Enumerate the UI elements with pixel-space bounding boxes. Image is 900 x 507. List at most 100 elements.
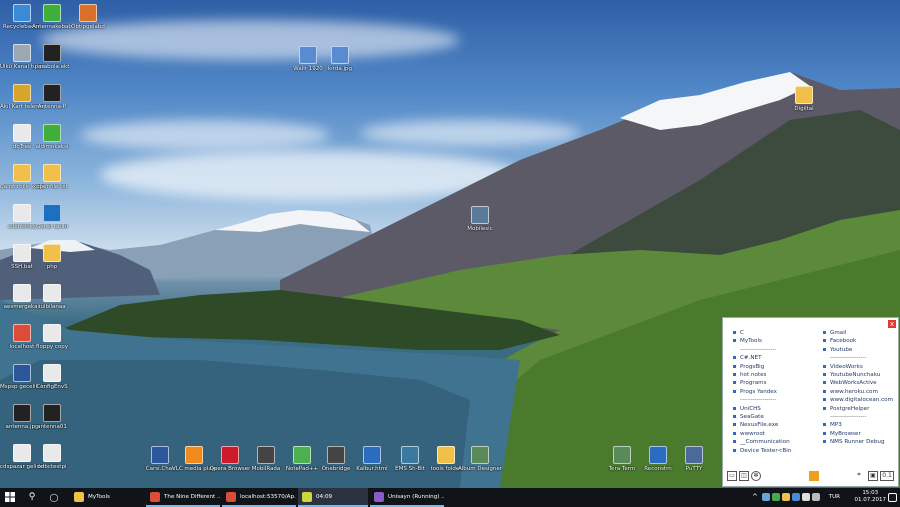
taskbar-button[interactable]: localhost:53570/Ap...	[222, 488, 296, 507]
file-icon	[795, 86, 813, 104]
launcher-item[interactable]: www.heroku.com	[823, 388, 893, 396]
desktop-icon-label: PuTTY	[685, 466, 703, 472]
tray-up-icon[interactable]: ^	[752, 493, 760, 501]
launcher-item[interactable]: Facebook	[823, 337, 893, 345]
file-icon	[221, 446, 239, 464]
taskbar-button-label: MyTools	[88, 494, 110, 500]
app-icon	[226, 491, 236, 502]
desktop-icon[interactable]: antenna01	[30, 404, 74, 444]
taskbar-button-label: localhost:53570/Ap...	[240, 494, 296, 500]
crop-icon[interactable]: ⌗	[854, 471, 864, 481]
desktop-icon[interactable]: Mobilesic	[458, 206, 502, 246]
launcher-item[interactable]: C#.NET	[733, 354, 791, 362]
search-button[interactable]: ⚲	[22, 488, 42, 507]
desktop-icon[interactable]: odbctestpi	[30, 444, 74, 484]
desktop-icon[interactable]: Digiital	[782, 86, 826, 126]
launcher-item[interactable]: MyTools	[733, 337, 791, 345]
launcher-item[interactable]: MP3	[823, 421, 893, 429]
taskbar-button[interactable]: Unisayn (Running) ...	[370, 488, 444, 507]
notification-icon[interactable]	[888, 493, 897, 502]
launcher-item[interactable]: NexusFile.exe	[733, 421, 791, 429]
disk-icon[interactable]: ◫	[739, 471, 749, 481]
launcher-item[interactable]: YoutubeNunchaku	[823, 371, 893, 379]
tray-app-icon[interactable]	[792, 493, 800, 501]
tray-star-icon[interactable]	[782, 493, 790, 501]
launcher-item[interactable]: PostgreHelper	[823, 405, 893, 413]
launcher-item[interactable]: __Communication	[733, 438, 791, 446]
desktop-icon[interactable]: Genel tarihi	[30, 204, 74, 244]
counter-badge[interactable]: 0.1	[880, 471, 894, 481]
launcher-item[interactable]: Programs	[733, 379, 791, 387]
language-indicator[interactable]: TUR	[829, 488, 840, 507]
launcher-item[interactable]: C	[733, 329, 791, 337]
folder-icon[interactable]: ▭	[727, 471, 737, 481]
launcher-item[interactable]: Youtube	[823, 346, 893, 354]
tray-speaker-icon[interactable]	[802, 493, 810, 501]
file-icon	[293, 446, 311, 464]
file-icon	[613, 446, 631, 464]
start-button[interactable]	[0, 488, 20, 507]
desktop-icon[interactable]: tulbilanaa	[30, 284, 74, 324]
taskbar-button[interactable]: The Nine Different ...	[146, 488, 220, 507]
desktop-icon[interactable]: ConfigEnvS	[30, 364, 74, 404]
desktop-icon-label: Genel tarihi	[35, 224, 69, 230]
app-icon	[302, 491, 312, 502]
clock[interactable]: 15:03 01.07.2017	[855, 490, 887, 504]
taskbar-button[interactable]: MyTools	[70, 488, 144, 507]
file-icon	[13, 364, 31, 382]
tray-shield-icon[interactable]	[772, 493, 780, 501]
file-icon	[43, 204, 61, 222]
desktop-icon-label: openfile txt	[36, 184, 68, 190]
launcher-close-button[interactable]: x	[888, 320, 896, 328]
file-icon	[13, 164, 31, 182]
file-icon	[13, 44, 31, 62]
desktop-icon[interactable]: php	[30, 244, 74, 284]
launcher-item[interactable]: Device Tester<Bin	[733, 447, 791, 455]
launcher-item[interactable]: www.digitalocean.com	[823, 396, 893, 404]
file-icon	[13, 4, 31, 22]
file-icon	[43, 164, 61, 182]
tray-network-icon[interactable]	[762, 493, 770, 501]
launcher-item[interactable]: NMS Runner Debug	[823, 438, 893, 446]
desktop-icon[interactable]: parabola.ekt	[30, 44, 74, 84]
desktop-icon[interactable]: openfile txt	[30, 164, 74, 204]
launcher-item[interactable]: UniCHS	[733, 405, 791, 413]
file-icon	[43, 84, 61, 102]
desktop-icon-label: Digiital	[794, 106, 814, 112]
launcher-item[interactable]: VideoWorks	[823, 363, 893, 371]
desktop-icon[interactable]: Obtipgelabd	[66, 4, 110, 44]
app-icon	[374, 491, 384, 502]
launcher-item[interactable]: Gmail	[823, 329, 893, 337]
desktop-icon[interactable]: aldımnkaksi	[30, 124, 74, 164]
file-icon	[13, 284, 31, 302]
desktop-icon[interactable]: Antenna-P	[30, 84, 74, 124]
launcher-item[interactable]: WebWorksActive	[823, 379, 893, 387]
taskbar: ⚲ ◯ MyTools The Nine Different ... localho…	[0, 488, 900, 507]
desktop-icon[interactable]: Album Designer	[458, 446, 502, 486]
launcher-item[interactable]: wwwroot	[733, 430, 791, 438]
desktop-icon[interactable]: kırda.jpg	[318, 46, 362, 86]
window-icon[interactable]: ▣	[868, 471, 878, 481]
desktop-icon-label: ConfigEnvS	[36, 384, 68, 390]
launcher-separator: ------------------	[740, 346, 777, 353]
tray-monitor-icon[interactable]	[809, 471, 819, 481]
file-icon	[649, 446, 667, 464]
desktop-icon[interactable]: floppy copy	[30, 324, 74, 364]
windows-icon	[5, 492, 15, 502]
launcher-toolbar: ▭ ◫ ✻ ⌗ ▣ 0.1	[727, 471, 894, 483]
desktop-icon[interactable]: PuTTY	[672, 446, 716, 486]
file-icon	[437, 446, 455, 464]
launcher-item[interactable]: ProgsBig	[733, 363, 791, 371]
desktop-icon-label: aldımnkaksi	[35, 144, 69, 150]
taskbar-button-label: 04:09	[316, 494, 333, 500]
task-view-button[interactable]: ◯	[44, 488, 64, 507]
launcher-item[interactable]: hot notes	[733, 371, 791, 379]
file-icon	[79, 4, 97, 22]
settings-icon[interactable]: ✻	[751, 471, 761, 481]
taskbar-button-label: Unisayn (Running) ...	[388, 494, 444, 500]
launcher-item[interactable]: SeaGate	[733, 413, 791, 421]
taskbar-button[interactable]: 04:09	[298, 488, 368, 507]
launcher-item[interactable]: Progs Yandex	[733, 388, 791, 396]
launcher-item[interactable]: MyBrowser	[823, 430, 893, 438]
tray-wifi-icon[interactable]	[812, 493, 820, 501]
